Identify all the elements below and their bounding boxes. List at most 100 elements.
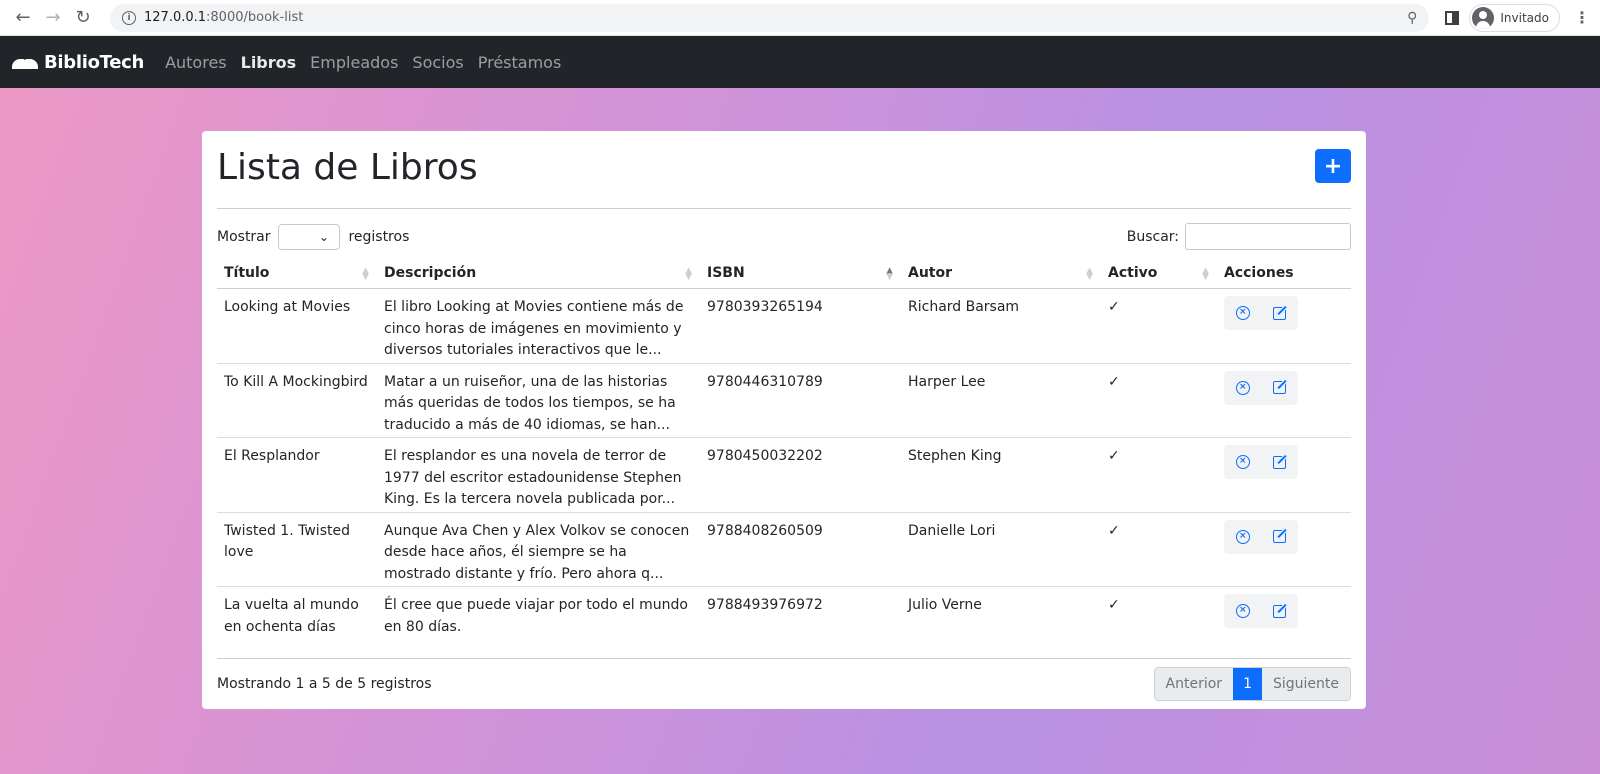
nav-link-empleados[interactable]: Empleados — [303, 53, 405, 72]
pagination-next[interactable]: Siguiente — [1261, 668, 1350, 700]
cell-actions: × — [1217, 363, 1351, 438]
check-icon: ✓ — [1101, 512, 1217, 587]
cell-description: Matar a un ruiseñor, una de las historia… — [377, 363, 700, 438]
check-icon: ✓ — [1101, 437, 1217, 513]
profile-button[interactable]: Invitado — [1469, 3, 1560, 32]
cell-description: Él cree que puede viajar por todo el mun… — [377, 586, 700, 659]
edit-icon[interactable] — [1273, 381, 1287, 394]
cell-title: To Kill A Mockingbird — [217, 363, 377, 438]
table-row: Twisted 1. Twisted love Aunque Ava Chen … — [217, 512, 1351, 587]
action-group: × — [1224, 445, 1298, 479]
books-table: Título ▲ ▼ Descripción ▲ ▼ ISBN ▲ ▼ Autor ▲ ▼ Ac… — [217, 259, 1351, 659]
action-group: × — [1224, 519, 1298, 554]
back-arrow-icon[interactable]: ← — [8, 3, 38, 33]
edit-icon[interactable] — [1273, 530, 1287, 543]
browser-toolbar: ← → ↻ i 127.0.0.1:8000/book-list ⚲ Invit… — [0, 0, 1600, 36]
column-header-activo[interactable]: Activo ▲ ▼ — [1101, 259, 1217, 289]
cell-isbn: 9788408260509 — [700, 512, 901, 587]
length-select[interactable]: ⌄ — [277, 223, 340, 250]
action-group: × — [1224, 296, 1298, 330]
column-header-titulo[interactable]: Título ▲ ▼ — [217, 259, 377, 289]
table-row: El Resplandor El resplandor es una novel… — [217, 437, 1351, 513]
cell-isbn: 9780393265194 — [700, 288, 901, 364]
description-text: Él cree que puede viajar por todo el mun… — [384, 597, 688, 635]
action-group: × — [1224, 370, 1298, 405]
delete-icon[interactable]: × — [1235, 306, 1250, 320]
cell-author: Danielle Lori — [901, 512, 1101, 587]
nav-link-prestamos[interactable]: Préstamos — [471, 53, 569, 72]
address-bar[interactable]: i 127.0.0.1:8000/book-list ⚲ — [110, 3, 1430, 32]
search-input[interactable] — [1185, 223, 1351, 250]
column-header-isbn[interactable]: ISBN ▲ ▼ — [700, 259, 901, 289]
open-book-icon — [12, 55, 38, 69]
side-panel-icon[interactable] — [1445, 10, 1460, 25]
column-label: Descripción — [384, 265, 477, 281]
nav-link-libros[interactable]: Libros — [234, 53, 304, 72]
edit-icon[interactable] — [1273, 604, 1287, 618]
edit-icon[interactable] — [1273, 455, 1287, 469]
description-text: El libro Looking at Movies contiene más … — [384, 299, 684, 358]
page-title: Lista de Libros — [217, 147, 478, 188]
check-icon: ✓ — [1101, 363, 1217, 438]
nav-link-autores[interactable]: Autores — [158, 53, 234, 72]
edit-icon[interactable] — [1273, 306, 1287, 320]
sort-icon: ▲ ▼ — [1086, 266, 1093, 282]
search-control: Buscar: — [1127, 223, 1351, 250]
delete-icon[interactable]: × — [1235, 529, 1250, 544]
cell-description: El resplandor es una novela de terror de… — [377, 437, 700, 513]
pagination: Anterior 1 Siguiente — [1153, 667, 1351, 701]
table-info: Mostrando 1 a 5 de 5 registros — [217, 676, 432, 692]
cell-author: Julio Verne — [901, 586, 1101, 659]
cell-author: Stephen King — [901, 437, 1101, 513]
cell-isbn: 9780446310789 — [700, 363, 901, 438]
pagination-previous[interactable]: Anterior — [1154, 668, 1234, 700]
cell-description: El libro Looking at Movies contiene más … — [377, 288, 700, 364]
book-list-card: Lista de Libros + Mostrar ⌄ registros Bu… — [202, 131, 1366, 709]
zoom-icon[interactable]: ⚲ — [1407, 10, 1417, 26]
cell-isbn: 9780450032202 — [700, 437, 901, 513]
cell-description: Aunque Ava Chen y Alex Volkov se conocen… — [377, 512, 700, 587]
length-control: Mostrar ⌄ registros — [217, 223, 410, 250]
column-header-autor[interactable]: Autor ▲ ▼ — [901, 259, 1101, 289]
cell-author: Harper Lee — [901, 363, 1101, 438]
cell-title: Looking at Movies — [217, 288, 377, 364]
page-background: Lista de Libros + Mostrar ⌄ registros Bu… — [0, 88, 1600, 774]
reload-icon[interactable]: ↻ — [68, 3, 98, 33]
delete-icon[interactable]: × — [1235, 380, 1250, 395]
avatar-icon — [1472, 6, 1495, 29]
table-footer: Mostrando 1 a 5 de 5 registros Anterior … — [217, 667, 1351, 701]
card-header: Lista de Libros + — [217, 145, 1351, 209]
forward-arrow-icon[interactable]: → — [38, 3, 68, 33]
search-label: Buscar: — [1126, 228, 1179, 245]
check-icon: ✓ — [1101, 288, 1217, 364]
cell-actions: × — [1217, 288, 1351, 364]
brand-link[interactable]: BiblioTech — [12, 52, 144, 73]
delete-icon[interactable]: × — [1235, 455, 1250, 469]
column-label: Título — [224, 265, 270, 281]
nav-link-socios[interactable]: Socios — [405, 53, 470, 72]
column-label: Autor — [908, 265, 953, 281]
menu-kebab-icon[interactable]: ⋮ — [1572, 8, 1592, 27]
brand-label: BiblioTech — [44, 51, 145, 73]
column-header-acciones: Acciones — [1217, 259, 1351, 289]
description-text: El resplandor es una novela de terror de… — [384, 448, 682, 507]
pagination-page-1[interactable]: 1 — [1233, 668, 1262, 700]
description-text: Matar a un ruiseñor, una de las historia… — [384, 373, 676, 433]
description-text: Aunque Ava Chen y Alex Volkov se conocen… — [384, 522, 690, 582]
cell-title: La vuelta al mundo en ochenta días — [217, 586, 377, 659]
site-info-icon[interactable]: i — [122, 10, 136, 25]
add-book-button[interactable]: + — [1315, 149, 1351, 183]
column-label: ISBN — [707, 265, 745, 281]
length-suffix-label: registros — [348, 228, 410, 245]
column-label: Activo — [1108, 265, 1158, 281]
table-header-row: Título ▲ ▼ Descripción ▲ ▼ ISBN ▲ ▼ Autor ▲ ▼ Ac… — [217, 259, 1351, 289]
profile-label: Invitado — [1500, 10, 1549, 25]
column-header-descripcion[interactable]: Descripción ▲ ▼ — [377, 259, 700, 289]
sort-icon: ▲ ▼ — [685, 266, 692, 282]
app-navbar: BiblioTech Autores Libros Empleados Soci… — [0, 36, 1600, 88]
cell-actions: × — [1217, 512, 1351, 587]
cell-title: Twisted 1. Twisted love — [217, 512, 377, 587]
sort-icon: ▲ ▼ — [362, 266, 369, 282]
chevron-down-icon: ⌄ — [318, 229, 329, 244]
delete-icon[interactable]: × — [1235, 604, 1250, 618]
